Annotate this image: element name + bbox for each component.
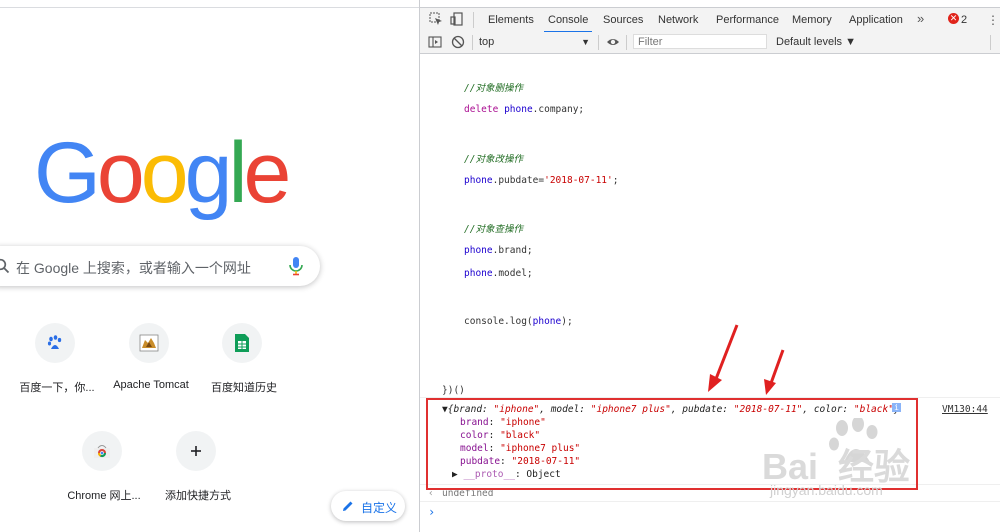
code-comment: //对象删操作: [464, 83, 523, 94]
toolbar-divider: [598, 35, 599, 50]
search-placeholder: 在 Google 上搜索，或者输入一个网址: [16, 260, 251, 276]
new-tab-page: Google 在 Google 上搜索，或者输入一个网址 百度一下，你... A…: [0, 0, 419, 532]
tab-console[interactable]: Console: [543, 8, 593, 33]
google-logo: Google: [34, 125, 292, 221]
shortcut-tile[interactable]: 百度知道历史: [196, 323, 292, 413]
shortcut-label: 添加快捷方式: [165, 490, 231, 502]
code-line: })(): [442, 385, 465, 396]
filter-input[interactable]: Filter: [633, 34, 767, 49]
shortcut-label: 百度一下，你...: [19, 382, 95, 394]
tab-sources[interactable]: Sources: [603, 8, 643, 32]
console-prompt[interactable]: ›: [428, 505, 435, 519]
watermark-url: jingyan.baidu.com: [770, 482, 883, 498]
console-toolbar: top ▼ Filter Default levels ▼: [420, 32, 1000, 54]
sheet-icon: [222, 323, 262, 363]
shortcut-tile[interactable]: Chrome 网上...: [56, 431, 152, 521]
code-line: phone.brand;: [464, 245, 533, 256]
toolbar-divider: [626, 35, 627, 50]
add-shortcut-tile[interactable]: 添加快捷方式: [150, 431, 246, 521]
tab-performance[interactable]: Performance: [716, 8, 779, 32]
tab-strip-border: [0, 7, 419, 8]
clear-console-icon[interactable]: [451, 35, 465, 49]
logo-letter: G: [34, 125, 101, 221]
logo-letter: e: [243, 125, 292, 221]
baidu-jingyan-watermark: Bai 经验 jingyan.baidu.com: [762, 416, 962, 511]
inspect-element-icon[interactable]: [429, 12, 443, 26]
source-link[interactable]: VM130:44: [942, 404, 988, 415]
pencil-icon: [343, 501, 353, 511]
code-line: delete phone.company;: [464, 104, 585, 115]
logo-letter: g: [184, 125, 233, 221]
toolbar-divider: [990, 35, 991, 50]
devtools-tab-bar: Elements Console Sources Network Perform…: [420, 7, 1000, 33]
logo-letter: l: [228, 125, 247, 221]
logo-letter: o: [96, 125, 145, 221]
eye-icon[interactable]: [606, 35, 620, 49]
shortcut-tile[interactable]: Apache Tomcat: [103, 323, 199, 413]
search-icon: [0, 258, 10, 274]
shortcut-label: Chrome 网上...: [67, 490, 141, 502]
microphone-icon[interactable]: [286, 255, 306, 277]
plus-icon: [176, 431, 216, 471]
dropdown-arrow-icon: ▼: [581, 37, 590, 47]
shortcut-label: 百度知道历史: [211, 382, 277, 394]
customize-button[interactable]: 自定义: [331, 491, 405, 521]
error-count[interactable]: 2: [961, 8, 967, 32]
code-line: console.log(phone);: [464, 316, 573, 327]
shortcut-tile[interactable]: 百度一下，你...: [9, 323, 105, 413]
chrome-store-icon: [82, 431, 122, 471]
kebab-menu-icon[interactable]: ⋮: [987, 12, 999, 28]
sidebar-toggle-icon[interactable]: [428, 35, 442, 49]
search-box[interactable]: 在 Google 上搜索，或者输入一个网址: [0, 246, 320, 286]
more-tabs-button[interactable]: »: [917, 8, 924, 30]
toolbar-divider: [472, 35, 473, 50]
code-comment: //对象查操作: [464, 224, 523, 235]
tab-network[interactable]: Network: [658, 8, 698, 32]
device-toolbar-icon[interactable]: [450, 12, 464, 26]
red-arrows: [708, 324, 785, 395]
tab-memory[interactable]: Memory: [792, 8, 832, 32]
toolbar-divider: [473, 12, 474, 28]
tab-elements[interactable]: Elements: [488, 8, 534, 32]
baidu-paw-icon: [35, 323, 75, 363]
code-comment: //对象改操作: [464, 154, 523, 165]
tab-application[interactable]: Application: [849, 8, 903, 32]
tomcat-icon: [129, 323, 169, 363]
logo-letter: o: [140, 125, 189, 221]
code-line: phone.pubdate='2018-07-11';: [464, 175, 619, 186]
code-line: phone.model;: [464, 268, 533, 279]
context-selector[interactable]: top ▼: [479, 34, 592, 50]
error-icon[interactable]: ✕: [948, 13, 959, 24]
customize-label: 自定义: [361, 501, 398, 515]
log-levels-dropdown[interactable]: Default levels ▼: [776, 34, 856, 50]
shortcut-label: Apache Tomcat: [113, 379, 189, 391]
context-value: top: [479, 36, 495, 48]
